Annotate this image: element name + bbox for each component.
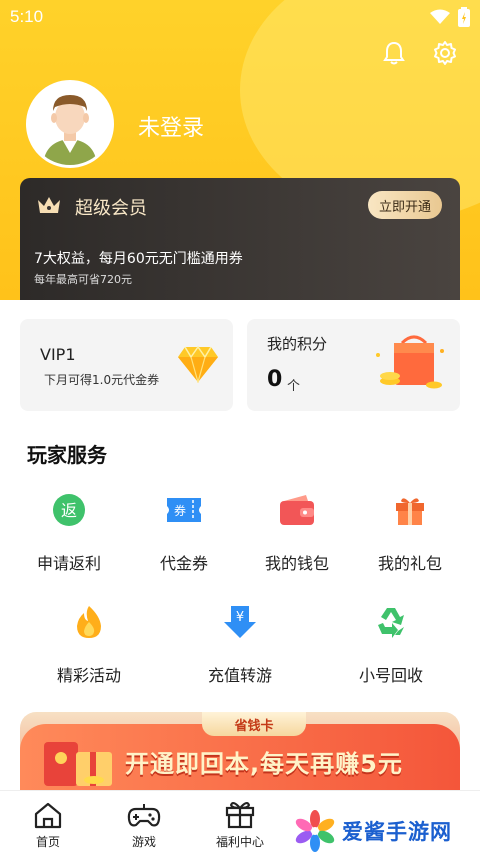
gamepad-icon	[127, 804, 161, 827]
shopping-bag-coins-icon	[376, 335, 444, 389]
home-icon	[34, 802, 62, 829]
services-section-title: 玩家服务	[27, 443, 107, 467]
vip-level-desc: 下月可得1.0元代金券	[44, 373, 160, 387]
recharge-icon-badge: ¥	[236, 610, 244, 625]
savings-card-banner[interactable]: 省钱卡 开通即回本,每天再赚5元	[20, 712, 460, 798]
settings-gear-icon[interactable]	[432, 40, 458, 66]
banner-tag: 省钱卡	[202, 712, 306, 736]
default-avatar-icon	[29, 83, 111, 165]
diamond-icon	[178, 345, 218, 383]
wifi-icon	[430, 9, 450, 24]
nav-welfare-center[interactable]: 福利中心	[200, 791, 280, 850]
nav-label: 游戏	[131, 835, 156, 849]
nav-games[interactable]: 游戏	[104, 791, 184, 850]
header-actions	[382, 40, 458, 66]
bell-icon[interactable]	[382, 40, 406, 66]
rebate-icon-badge: 返	[61, 501, 77, 520]
nav-label: 福利中心	[215, 835, 264, 849]
banner-slogan: 开通即回本,每天再赚5元	[125, 750, 403, 778]
points-title: 我的积分	[267, 335, 328, 353]
status-icons	[430, 7, 470, 27]
vip-benefit-text: 7大权益，每月60元无门槛通用券	[34, 251, 243, 267]
service-label: 申请返利	[36, 554, 101, 573]
open-vip-button[interactable]: 立即开通	[368, 191, 442, 219]
points-card[interactable]: 我的积分 0 个	[247, 319, 460, 411]
crown-icon	[38, 197, 60, 213]
super-vip-card[interactable]: 超级会员 立即开通 7大权益，每月60元无门槛通用券 每年最高可省720元	[20, 178, 460, 300]
points-unit: 个	[287, 379, 301, 394]
nav-label: 首页	[35, 835, 60, 849]
vip-level-card[interactable]: VIP1 下月可得1.0元代金券	[20, 319, 233, 411]
gift-box-icon	[396, 498, 424, 525]
rebate-icon: 返	[53, 494, 85, 526]
vip-saving-text: 每年最高可省720元	[34, 273, 132, 286]
pinwheel-logo-icon	[295, 810, 335, 852]
service-label: 小号回收	[358, 666, 423, 685]
flame-icon	[77, 606, 101, 638]
service-label: 我的钱包	[264, 554, 329, 573]
service-recharge-transfer[interactable]: ¥ 充值转游	[185, 602, 295, 686]
avatar[interactable]	[26, 80, 114, 168]
service-voucher[interactable]: 券 代金券	[129, 490, 239, 574]
recycle-icon	[378, 608, 404, 638]
service-wallet[interactable]: 我的钱包	[242, 490, 352, 574]
recharge-download-icon: ¥	[224, 606, 256, 638]
points-value: 0	[267, 367, 283, 392]
service-gift-pack[interactable]: 我的礼包	[355, 490, 465, 574]
nav-home[interactable]: 首页	[8, 791, 88, 850]
red-envelope-gift-icon	[44, 742, 112, 786]
service-label: 我的礼包	[377, 554, 442, 573]
status-bar: 5:10	[0, 0, 480, 34]
vip-title: 超级会员	[75, 198, 147, 219]
wallet-icon	[280, 495, 314, 525]
vip-level: VIP1	[40, 345, 76, 364]
service-account-recycle[interactable]: 小号回收	[336, 602, 446, 686]
gift-nav-icon	[225, 802, 255, 829]
voucher-icon-badge: 券	[174, 503, 186, 518]
service-activities[interactable]: 精彩活动	[34, 602, 144, 686]
login-status-text[interactable]: 未登录	[138, 110, 204, 142]
watermark-text: 爱酱手游网	[342, 820, 452, 844]
service-apply-rebate[interactable]: 返 申请返利	[14, 490, 124, 574]
service-label: 充值转游	[207, 666, 272, 685]
service-label: 代金券	[159, 554, 208, 573]
service-label: 精彩活动	[56, 666, 121, 685]
battery-icon	[458, 7, 470, 27]
voucher-ticket-icon: 券	[167, 498, 201, 522]
site-watermark: 爱酱手游网	[294, 808, 480, 854]
status-time: 5:10	[10, 7, 44, 26]
